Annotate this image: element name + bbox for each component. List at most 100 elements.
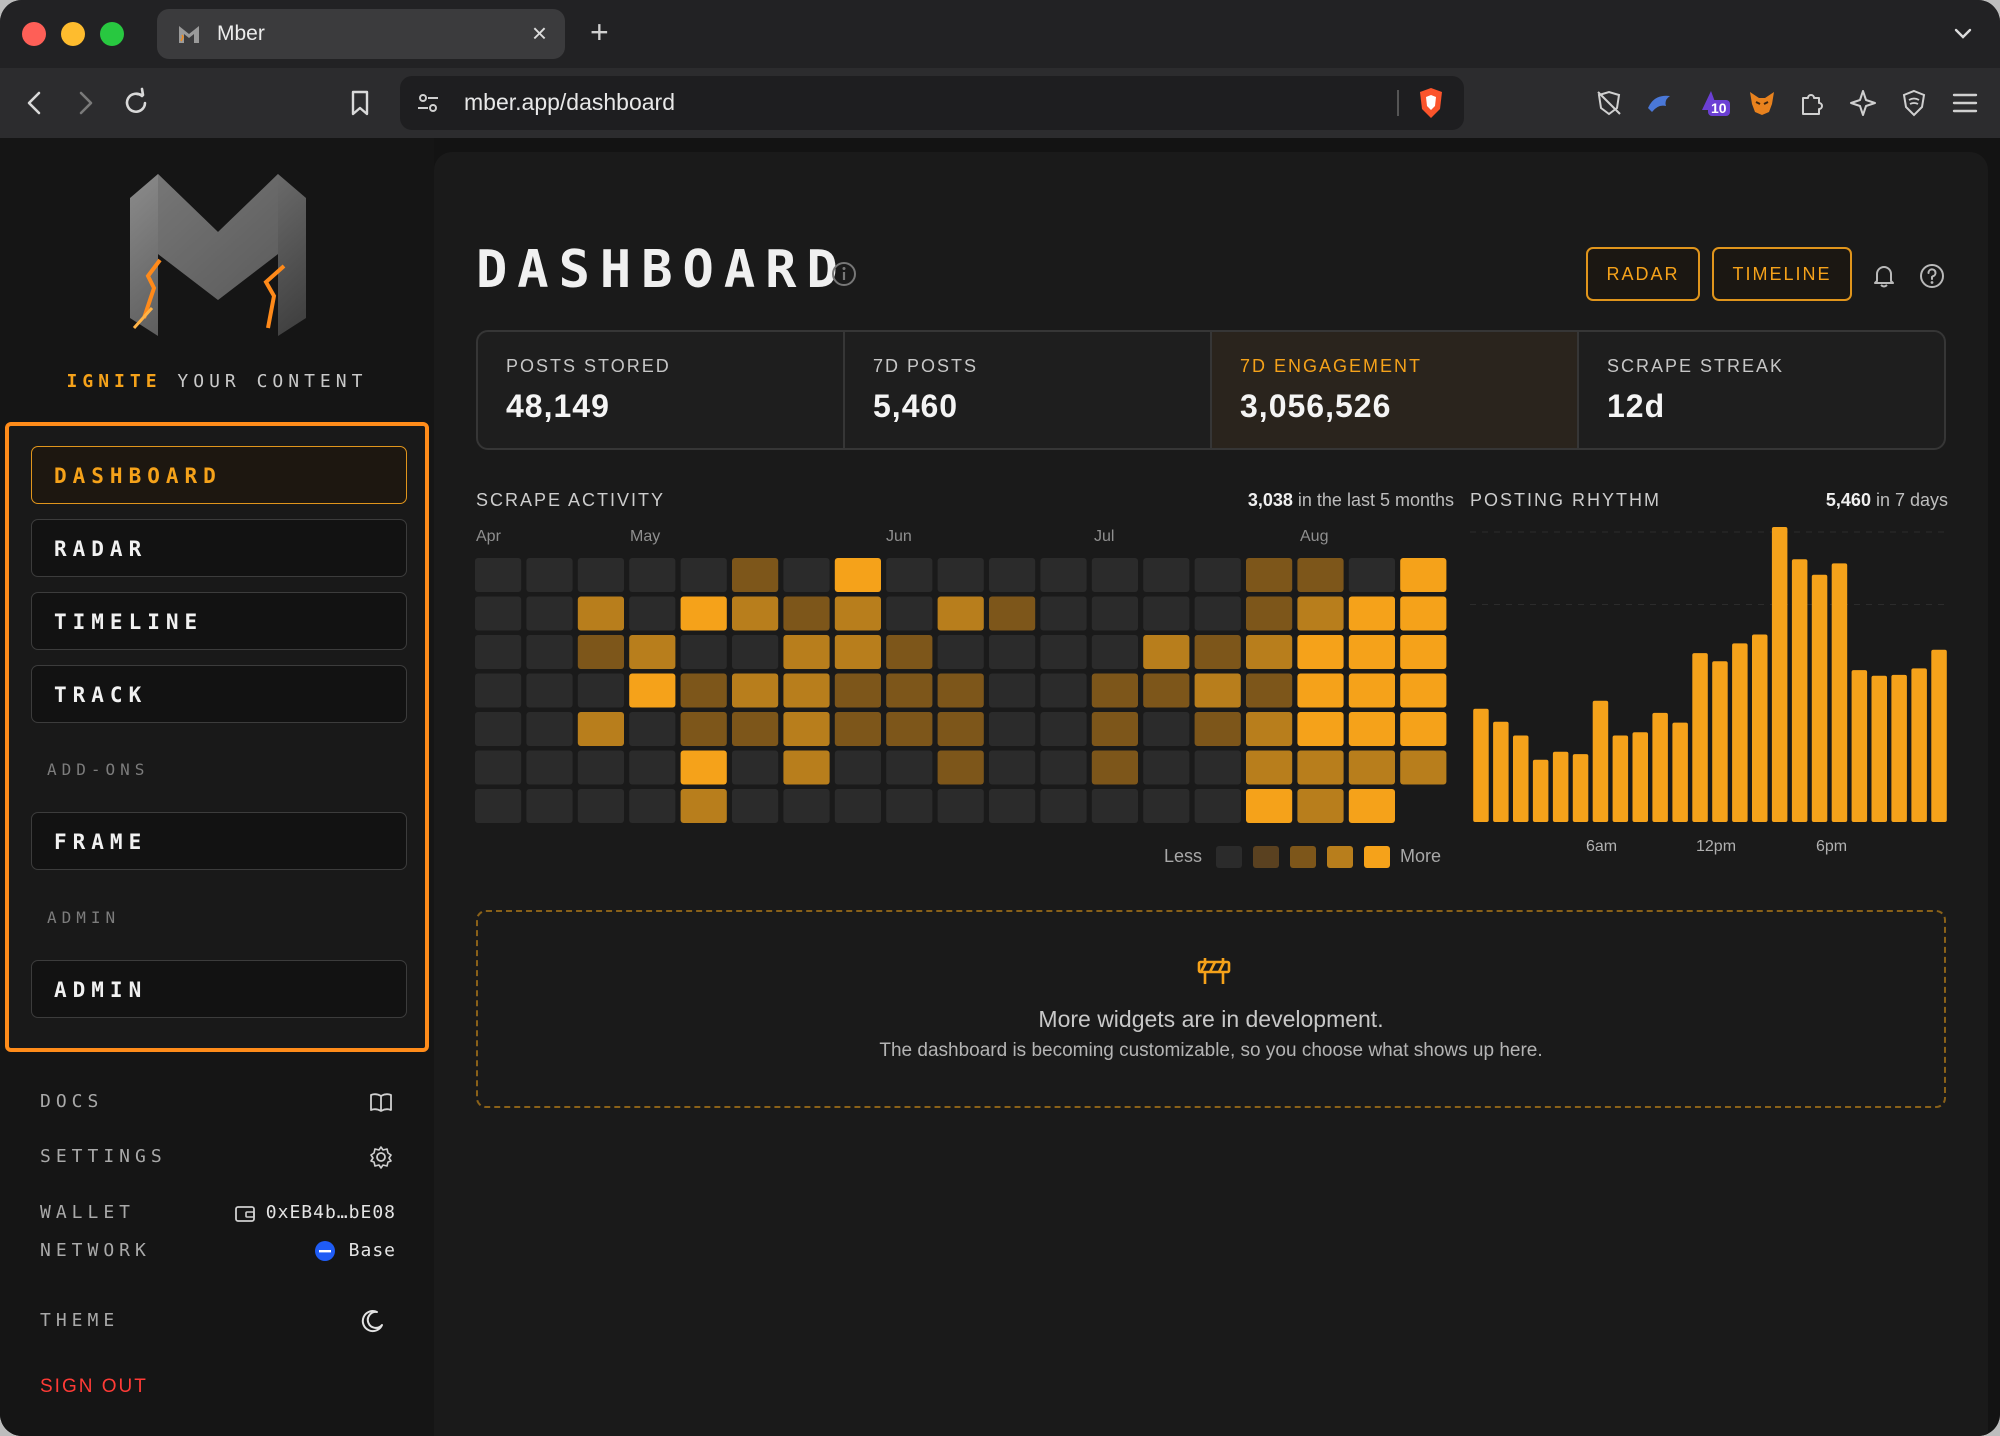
heatmap-cell[interactable] bbox=[886, 558, 933, 592]
heatmap-cell[interactable] bbox=[1297, 750, 1344, 785]
rhythm-bar[interactable] bbox=[1752, 634, 1768, 823]
heatmap-cell[interactable] bbox=[577, 750, 624, 785]
bird-extension-icon[interactable] bbox=[1644, 88, 1674, 118]
heatmap-cell[interactable] bbox=[577, 596, 624, 631]
heatmap-cell[interactable] bbox=[1194, 789, 1241, 823]
heatmap-cell[interactable] bbox=[1143, 789, 1190, 823]
nav-item-track[interactable]: TRACK bbox=[31, 665, 407, 723]
heatmap-cell[interactable] bbox=[834, 635, 881, 669]
heatmap-cell[interactable] bbox=[732, 750, 779, 785]
rhythm-bar[interactable] bbox=[1811, 574, 1828, 822]
address-bar[interactable]: mber.app/dashboard bbox=[400, 76, 1464, 130]
reload-icon[interactable] bbox=[119, 86, 153, 120]
docs-link[interactable]: DOCS bbox=[40, 1087, 396, 1117]
heatmap-cell[interactable] bbox=[886, 673, 933, 708]
heatmap-cell[interactable] bbox=[526, 712, 573, 746]
heatmap-cell[interactable] bbox=[1143, 558, 1190, 592]
heatmap-cell[interactable] bbox=[526, 558, 573, 592]
nav-item-frame[interactable]: FRAME bbox=[31, 812, 407, 870]
heatmap-cell[interactable] bbox=[1194, 750, 1241, 785]
heatmap-cell[interactable] bbox=[989, 750, 1036, 785]
timeline-button[interactable]: TIMELINE bbox=[1712, 247, 1852, 301]
heatmap-cell[interactable] bbox=[937, 673, 984, 708]
heatmap-cell[interactable] bbox=[937, 712, 984, 746]
heatmap-cell[interactable] bbox=[1246, 712, 1293, 746]
heatmap-cell[interactable] bbox=[1091, 789, 1138, 823]
heatmap-cell[interactable] bbox=[1040, 635, 1087, 669]
browser-tab[interactable]: Mber × bbox=[157, 9, 565, 59]
heatmap-cell[interactable] bbox=[1143, 635, 1190, 669]
heatmap-cell[interactable] bbox=[1246, 789, 1293, 823]
heatmap-cell[interactable] bbox=[1400, 673, 1447, 708]
heatmap-cell[interactable] bbox=[629, 558, 676, 592]
heatmap-cell[interactable] bbox=[680, 558, 727, 592]
heatmap-cell[interactable] bbox=[629, 635, 676, 669]
heatmap-cell[interactable] bbox=[577, 712, 624, 746]
heatmap-cell[interactable] bbox=[1040, 558, 1087, 592]
heatmap-cell[interactable] bbox=[834, 558, 881, 592]
wizard-extension-icon[interactable]: 10 bbox=[1696, 88, 1730, 118]
heatmap-cell[interactable] bbox=[680, 789, 727, 823]
heatmap-cell[interactable] bbox=[732, 635, 779, 669]
zoom-window-button[interactable] bbox=[100, 22, 124, 46]
heatmap-cell[interactable] bbox=[1194, 712, 1241, 746]
heatmap-cell[interactable] bbox=[1400, 750, 1447, 785]
heatmap-cell[interactable] bbox=[989, 673, 1036, 708]
heatmap-cell[interactable] bbox=[475, 596, 522, 631]
rhythm-bar[interactable] bbox=[1612, 735, 1629, 823]
rhythm-bar[interactable] bbox=[1712, 661, 1728, 822]
rhythm-bar[interactable] bbox=[1851, 670, 1868, 822]
heatmap-cell[interactable] bbox=[989, 789, 1036, 823]
heatmap-cell[interactable] bbox=[1246, 596, 1293, 631]
heatmap-cell[interactable] bbox=[680, 596, 727, 631]
heatmap-cell[interactable] bbox=[1143, 712, 1190, 746]
heatmap-cell[interactable] bbox=[1348, 789, 1395, 823]
heatmap-cell[interactable] bbox=[1194, 635, 1241, 669]
leo-ai-sparkle-icon[interactable] bbox=[1848, 88, 1878, 118]
heatmap-cell[interactable] bbox=[1246, 635, 1293, 669]
heatmap-cell[interactable] bbox=[1091, 635, 1138, 669]
nav-item-admin[interactable]: ADMIN bbox=[31, 960, 407, 1018]
bookmark-icon[interactable] bbox=[343, 86, 377, 120]
heatmap-cell[interactable] bbox=[475, 712, 522, 746]
heatmap-cell[interactable] bbox=[680, 673, 727, 708]
heatmap-cell[interactable] bbox=[1400, 635, 1447, 669]
rhythm-bar[interactable] bbox=[1652, 712, 1668, 822]
info-icon[interactable] bbox=[830, 260, 858, 288]
heatmap-cell[interactable] bbox=[989, 712, 1036, 746]
heatmap-cell[interactable] bbox=[1040, 750, 1087, 785]
heatmap-cell[interactable] bbox=[783, 558, 830, 592]
heatmap-cell[interactable] bbox=[886, 789, 933, 823]
heatmap-cell[interactable] bbox=[577, 789, 624, 823]
heatmap-cell[interactable] bbox=[834, 673, 881, 708]
nav-item-timeline[interactable]: TIMELINE bbox=[31, 592, 407, 650]
heatmap-cell[interactable] bbox=[526, 750, 573, 785]
heatmap-cell[interactable] bbox=[1297, 635, 1344, 669]
heatmap-cell[interactable] bbox=[1091, 558, 1138, 592]
heatmap-cell[interactable] bbox=[475, 558, 522, 592]
rhythm-bar[interactable] bbox=[1672, 722, 1688, 822]
heatmap-cell[interactable] bbox=[680, 750, 727, 785]
rhythm-bar[interactable] bbox=[1552, 751, 1569, 822]
heatmap-cell[interactable] bbox=[526, 789, 573, 823]
heatmap-cell[interactable] bbox=[783, 789, 830, 823]
heatmap-cell[interactable] bbox=[732, 673, 779, 708]
heatmap-cell[interactable] bbox=[886, 635, 933, 669]
rhythm-bar[interactable] bbox=[1791, 559, 1808, 822]
heatmap-cell[interactable] bbox=[1040, 596, 1087, 631]
heatmap-cell[interactable] bbox=[1246, 558, 1293, 592]
new-tab-icon[interactable]: + bbox=[590, 14, 609, 50]
forward-icon[interactable] bbox=[68, 86, 102, 120]
heatmap-cell[interactable] bbox=[886, 750, 933, 785]
privacy-extension-icon[interactable] bbox=[1594, 88, 1624, 118]
back-icon[interactable] bbox=[18, 86, 52, 120]
tab-list-chevron-icon[interactable] bbox=[1952, 22, 1974, 44]
heatmap-cell[interactable] bbox=[783, 712, 830, 746]
heatmap-cell[interactable] bbox=[1194, 596, 1241, 631]
rhythm-bar[interactable] bbox=[1473, 708, 1489, 822]
rhythm-bar[interactable] bbox=[1831, 563, 1848, 822]
heatmap-cell[interactable] bbox=[629, 789, 676, 823]
heatmap-cell[interactable] bbox=[1348, 712, 1395, 746]
heatmap-cell[interactable] bbox=[1297, 789, 1344, 823]
heatmap-cell[interactable] bbox=[629, 712, 676, 746]
